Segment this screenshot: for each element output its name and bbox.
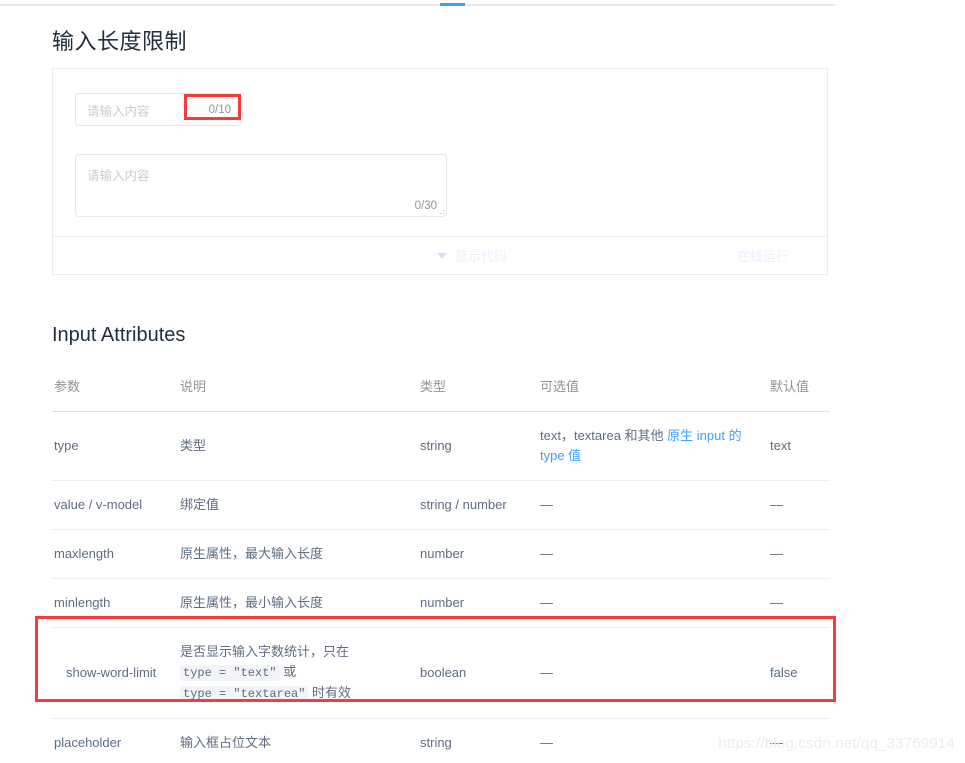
text-input-word-count: 0/10	[208, 103, 231, 116]
cell-default: —	[770, 578, 830, 628]
cell-default: text	[770, 411, 830, 481]
cell-type: string	[420, 718, 540, 763]
cell-options: —	[540, 627, 770, 719]
table-row-highlighted: show-word-limit 是否显示输入字数统计，只在 type = "te…	[52, 627, 830, 719]
table-row: value / v-model 绑定值 string / number — —	[52, 480, 830, 530]
cell-param: minlength	[52, 578, 180, 628]
tab-active-indicator[interactable]	[440, 3, 465, 6]
table-header-row: 参数 说明 类型 可选值 默认值	[52, 366, 830, 412]
cell-desc: 原生属性，最大输入长度	[180, 529, 420, 579]
column-header-desc: 说明	[180, 366, 420, 412]
table-row: minlength 原生属性，最小输入长度 number — —	[52, 578, 830, 628]
textarea-word-count: 0/30	[414, 200, 437, 212]
cell-type: number	[420, 578, 540, 628]
cell-param: placeholder	[52, 718, 180, 763]
show-code-button[interactable]: 显示代码	[437, 246, 507, 265]
table-head: 参数 说明 类型 可选值 默认值	[52, 366, 830, 412]
cell-type: boolean	[420, 627, 540, 719]
cell-desc: 输入框占位文本	[180, 718, 420, 763]
input-attributes-table: 参数 说明 类型 可选值 默认值 type 类型 string text，tex…	[52, 366, 830, 763]
demo-card-footer: 显示代码 在线运行	[52, 236, 828, 275]
cell-options: —	[540, 529, 770, 579]
cell-default: —	[770, 480, 830, 530]
desc-text-1: 是否显示输入字数统计，只在	[180, 644, 350, 659]
textarea-placeholder: 请输入内容	[87, 169, 150, 183]
run-online-button[interactable]: 在线运行	[737, 246, 789, 265]
column-header-param: 参数	[52, 366, 180, 412]
cell-desc: 类型	[180, 411, 420, 481]
page-root: 输入长度限制 请输入内容 0/10 请输入内容 0/30 显示代码 在线运行 I…	[0, 0, 965, 763]
column-header-default: 默认值	[770, 366, 830, 412]
cell-desc: 是否显示输入字数统计，只在 type = "text" 或 type = "te…	[180, 627, 420, 719]
cell-type: number	[420, 529, 540, 579]
textarea-with-word-limit[interactable]: 请输入内容 0/30	[75, 154, 447, 217]
cell-desc: 绑定值	[180, 480, 420, 530]
desc-text-2: 或	[279, 664, 297, 679]
text-input-with-word-limit[interactable]: 请输入内容 0/10	[75, 93, 241, 126]
column-header-options: 可选值	[540, 366, 770, 412]
cell-options: —	[540, 480, 770, 530]
cell-param: value / v-model	[52, 480, 180, 530]
cell-type: string	[420, 411, 540, 481]
cell-type: string / number	[420, 480, 540, 530]
desc-text-3: 时有效	[308, 685, 352, 700]
text-input-placeholder: 请输入内容	[87, 104, 150, 118]
table-body: type 类型 string text，textarea 和其他 原生 inpu…	[52, 411, 830, 763]
page-title: 输入长度限制	[52, 29, 188, 54]
tab-strip	[0, 4, 835, 6]
show-code-label: 显示代码	[455, 249, 508, 264]
cell-default: —	[770, 529, 830, 579]
cell-param: maxlength	[52, 529, 180, 579]
code-type-textarea: type = "textarea"	[180, 686, 309, 702]
resize-handle-icon[interactable]	[436, 206, 445, 215]
cell-options: text，textarea 和其他 原生 input 的 type 值	[540, 411, 770, 481]
cell-param: show-word-limit	[52, 627, 180, 719]
cell-param: type	[52, 411, 180, 481]
table-row: type 类型 string text，textarea 和其他 原生 inpu…	[52, 411, 830, 481]
attributes-title: Input Attributes	[52, 324, 186, 346]
cell-options-text: text，textarea 和其他	[540, 428, 668, 443]
demo-card-body: 请输入内容 0/10 请输入内容 0/30	[53, 69, 827, 217]
table-row: placeholder 输入框占位文本 string — —	[52, 718, 830, 763]
cell-options: —	[540, 578, 770, 628]
watermark: https://blog.csdn.net/qq_33769914	[718, 735, 955, 752]
table-row: maxlength 原生属性，最大输入长度 number — —	[52, 529, 830, 579]
cell-default: false	[770, 627, 830, 719]
code-type-text: type = "text"	[180, 665, 280, 681]
cell-desc: 原生属性，最小输入长度	[180, 578, 420, 628]
column-header-type: 类型	[420, 366, 540, 412]
chevron-down-icon	[437, 252, 447, 259]
